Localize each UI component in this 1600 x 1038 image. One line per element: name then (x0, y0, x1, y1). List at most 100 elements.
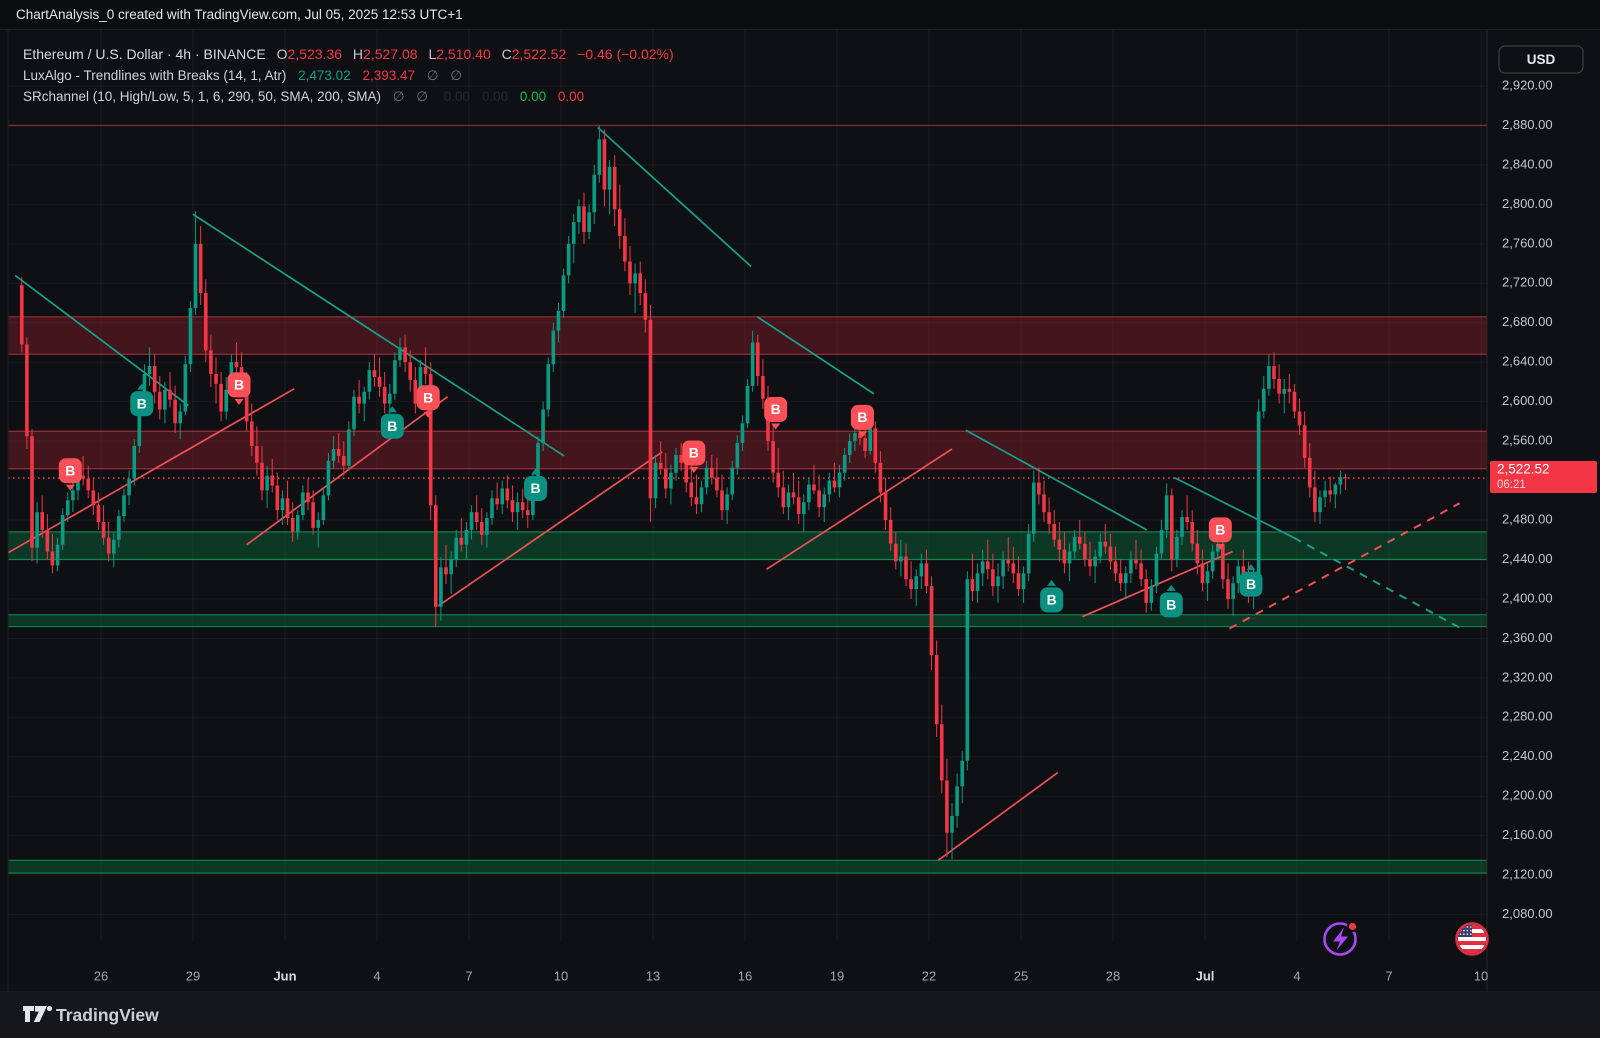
svg-text:2,160.00: 2,160.00 (1502, 827, 1553, 842)
luxalgo-upper-value: 2,473.02 (298, 68, 351, 83)
luxalgo-lower-value: 2,393.47 (362, 68, 415, 83)
svg-text:7: 7 (1385, 968, 1392, 983)
svg-text:06:21: 06:21 (1497, 479, 1526, 491)
svg-text:2,760.00: 2,760.00 (1502, 235, 1553, 250)
svg-text:19: 19 (830, 968, 844, 983)
support-zone (8, 860, 1487, 873)
open-label: O (277, 46, 288, 62)
svg-text:2,640.00: 2,640.00 (1502, 354, 1553, 369)
svg-text:2,880.00: 2,880.00 (1502, 117, 1553, 132)
svg-text:2,360.00: 2,360.00 (1502, 630, 1553, 645)
svg-text:26: 26 (94, 968, 108, 983)
svg-text:2,600.00: 2,600.00 (1502, 393, 1553, 408)
srchannel-value-4: 0.00 (558, 89, 584, 104)
svg-text:28: 28 (1106, 968, 1120, 983)
svg-text:B: B (857, 409, 867, 425)
chart-canvas[interactable]: B B B B B B B B B B B B B 2,920.00 2,880.00 2,840.00 2,8… (0, 0, 1600, 1038)
svg-text:2,280.00: 2,280.00 (1502, 709, 1553, 724)
svg-text:25: 25 (1014, 968, 1028, 983)
svg-text:2,560.00: 2,560.00 (1502, 433, 1553, 448)
low-value: 2,510.40 (436, 46, 491, 62)
luxalgo-empty-values: ∅ ∅ (427, 68, 466, 83)
ascending-trendline (247, 397, 448, 545)
svg-text:4: 4 (1293, 968, 1300, 983)
open-value: 2,523.36 (288, 46, 343, 62)
ascending-trendline (938, 773, 1058, 861)
resistance-zone (8, 431, 1487, 468)
trendlines-layer (0, 127, 1460, 860)
bullish-break-marker[interactable]: B (1160, 585, 1183, 618)
tradingview-logo-icon[interactable] (22, 1003, 54, 1025)
svg-text:2,720.00: 2,720.00 (1502, 275, 1553, 290)
close-label: C (502, 46, 512, 62)
svg-text:B: B (689, 445, 699, 461)
tradingview-chart-window: ChartAnalysis_0 created with TradingView… (0, 0, 1600, 1038)
bullish-break-marker[interactable]: B (524, 468, 547, 501)
support-zone (8, 615, 1487, 627)
svg-text:2,800.00: 2,800.00 (1502, 196, 1553, 211)
high-value: 2,527.08 (363, 46, 418, 62)
svg-text:2,320.00: 2,320.00 (1502, 669, 1553, 684)
svg-text:B: B (65, 462, 75, 478)
svg-text:2,200.00: 2,200.00 (1502, 788, 1553, 803)
bearish-break-marker[interactable]: B (417, 385, 440, 418)
svg-text:2,240.00: 2,240.00 (1502, 748, 1553, 763)
lightning-icon[interactable] (1325, 922, 1358, 955)
svg-text:2,080.00: 2,080.00 (1502, 906, 1553, 921)
time-axis[interactable]: 26 29 Jun 4 7 10 13 16 19 22 25 28 Jul 4 7 10 (94, 968, 1488, 983)
legend-row-symbol[interactable]: Ethereum / U.S. Dollar · 4h · BINANCE O2… (23, 44, 674, 65)
svg-text:2,840.00: 2,840.00 (1502, 156, 1553, 171)
srchannel-empty-values: ∅ ∅ (393, 89, 432, 104)
bullish-break-marker[interactable]: B (130, 384, 153, 417)
indicator-name-luxalgo: LuxAlgo - Trendlines with Breaks (14, 1,… (23, 68, 286, 83)
svg-text:B: B (530, 480, 540, 496)
svg-text:22: 22 (922, 968, 936, 983)
descending-trendline (598, 127, 751, 266)
svg-text:Jul: Jul (1196, 968, 1215, 983)
svg-text:2,680.00: 2,680.00 (1502, 314, 1553, 329)
svg-text:7: 7 (465, 968, 472, 983)
change-value: −0.46 (−0.02%) (577, 46, 674, 62)
svg-text:16: 16 (738, 968, 752, 983)
svg-text:13: 13 (646, 968, 660, 983)
svg-text:B: B (137, 395, 147, 411)
svg-text:2,920.00: 2,920.00 (1502, 77, 1553, 92)
svg-text:B: B (771, 401, 781, 417)
svg-text:2,120.00: 2,120.00 (1502, 867, 1553, 882)
legend-row-srchannel[interactable]: SRchannel (10, High/Low, 5, 1, 6, 290, 5… (23, 86, 674, 107)
srchannel-value-2: 0.00 (482, 89, 508, 104)
us-flag-icon[interactable] (1457, 924, 1488, 955)
srchannel-value-1: 0.00 (444, 89, 470, 104)
svg-text:Jun: Jun (273, 968, 296, 983)
svg-text:4: 4 (373, 968, 380, 983)
currency-button[interactable]: USD (1499, 46, 1583, 73)
high-label: H (353, 46, 363, 62)
svg-text:29: 29 (186, 968, 200, 983)
svg-text:2,522.52: 2,522.52 (1497, 462, 1550, 477)
svg-text:2,480.00: 2,480.00 (1502, 511, 1553, 526)
last-price-badge: 2,522.52 06:21 (1490, 461, 1597, 493)
support-zone (8, 532, 1487, 560)
svg-text:10: 10 (1474, 968, 1488, 983)
svg-text:10: 10 (554, 968, 568, 983)
svg-text:2,400.00: 2,400.00 (1502, 590, 1553, 605)
svg-text:B: B (234, 377, 244, 393)
legend-row-luxalgo[interactable]: LuxAlgo - Trendlines with Breaks (14, 1,… (23, 65, 674, 86)
candlestick-layer (20, 125, 1347, 859)
symbol-title: Ethereum / U.S. Dollar · 4h · BINANCE (23, 46, 266, 62)
bullish-break-marker[interactable]: B (1040, 580, 1063, 613)
close-value: 2,522.52 (512, 46, 567, 62)
svg-text:2,440.00: 2,440.00 (1502, 551, 1553, 566)
resistance-zone (8, 317, 1487, 354)
svg-text:B: B (1166, 597, 1176, 613)
indicator-name-srchannel: SRchannel (10, High/Low, 5, 1, 6, 290, 5… (23, 89, 381, 104)
svg-text:B: B (387, 418, 397, 434)
footer-brand[interactable]: TradingView (56, 995, 159, 1035)
price-axis[interactable]: 2,920.00 2,880.00 2,840.00 2,800.00 2,760.00… (1502, 77, 1553, 921)
svg-text:B: B (1246, 576, 1256, 592)
svg-text:B: B (1047, 592, 1057, 608)
srchannel-value-3: 0.00 (520, 89, 546, 104)
svg-text:B: B (423, 389, 433, 405)
grid-layer (8, 30, 1487, 941)
svg-text:B: B (1215, 522, 1225, 538)
